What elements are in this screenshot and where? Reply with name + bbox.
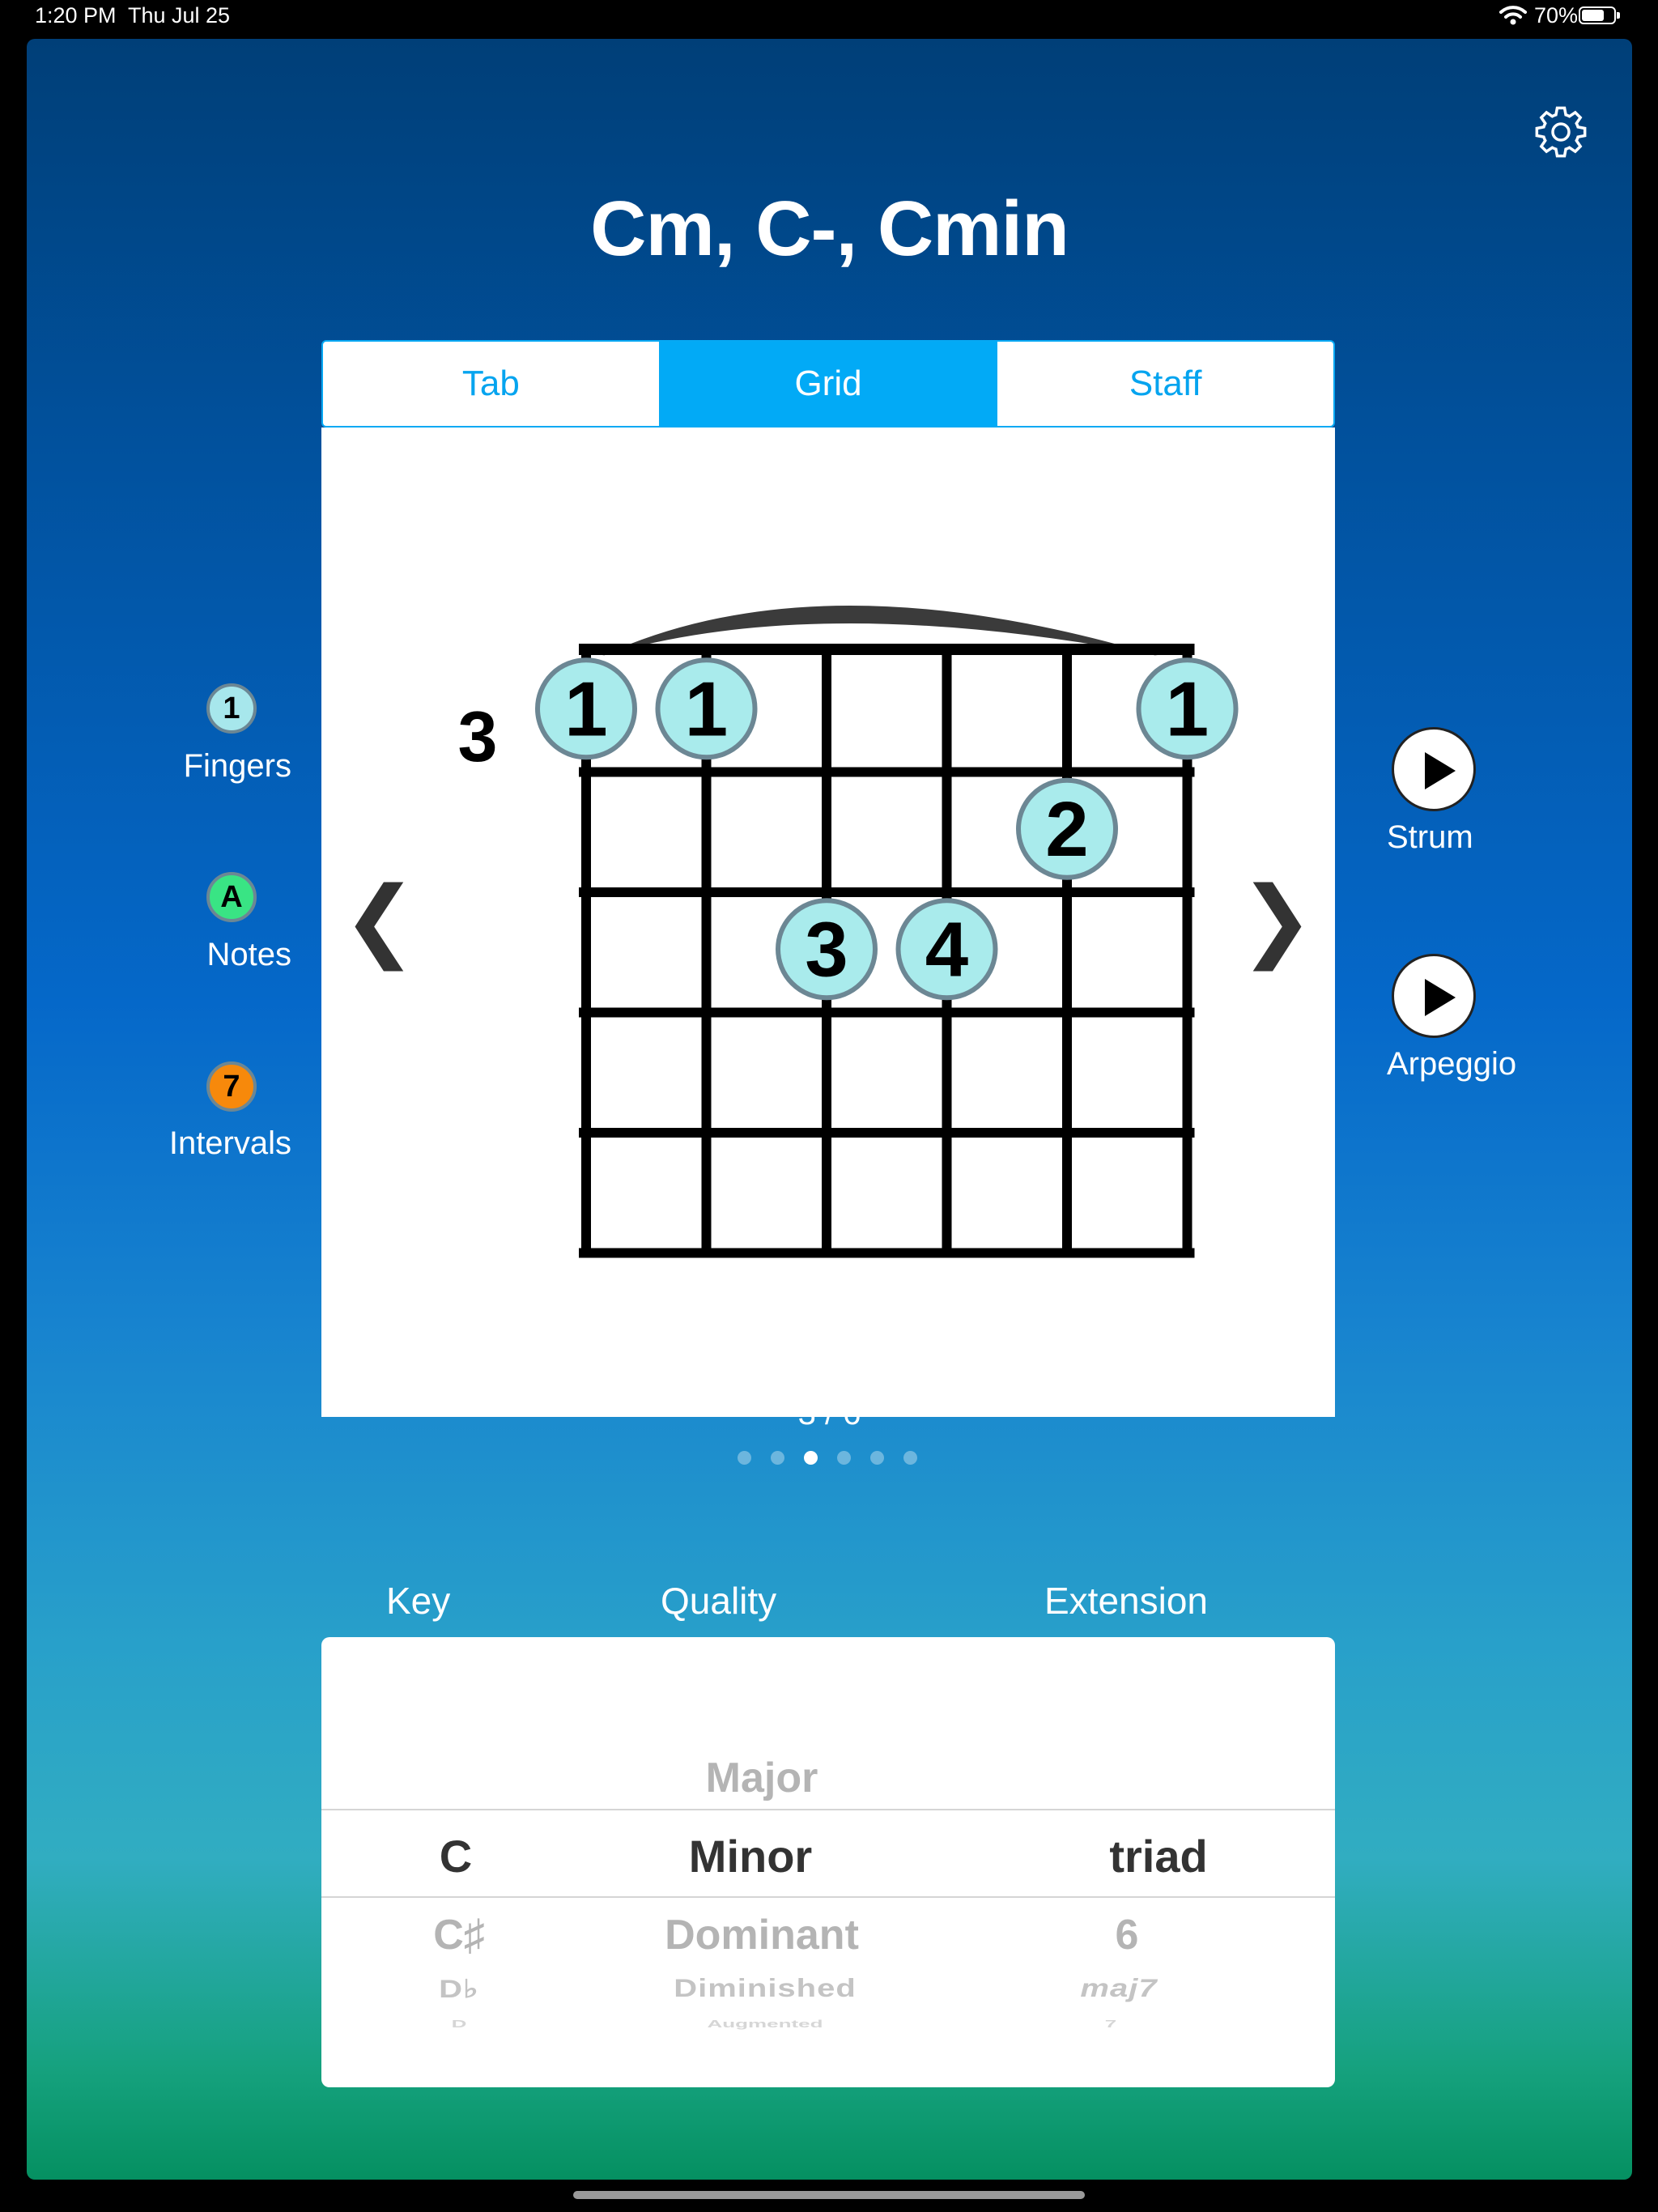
settings-button[interactable] [1533,104,1589,160]
key-option[interactable]: D [452,2018,467,2031]
finger-dot: 4 [895,898,998,1001]
finger-number: 1 [685,666,728,752]
page-dot[interactable] [738,1451,751,1465]
extension-selected[interactable]: triad [1109,1830,1207,1882]
app-window: Cm, C-, Cmin Tab Grid Staff ❮ ❯ 3 111234… [27,39,1632,2180]
arpeggio-label: Arpeggio [1387,1046,1517,1082]
chord-diagram-card: ❮ ❯ 3 111234 [321,428,1335,1417]
intervals-badge: 7 [206,1061,257,1112]
notes-badge: A [206,872,257,922]
quality-option[interactable]: Diminished [674,1975,857,2003]
intervals-label: Intervals [168,1125,291,1161]
previous-voicing-arrow[interactable]: ❮ [342,867,417,972]
strum-label: Strum [1387,819,1473,855]
key-column-header: Key [386,1580,451,1622]
page-dot[interactable] [771,1451,784,1465]
fingers-label: Fingers [183,748,291,784]
tab-tab[interactable]: Tab [323,342,659,426]
quality-option[interactable]: Augmented [708,2018,823,2031]
quality-selected[interactable]: Minor [689,1830,812,1882]
wifi-icon [1499,5,1527,32]
voicing-counter: 3 / 6 [797,1396,861,1431]
tab-staff[interactable]: Staff [996,342,1333,426]
chord-title: Cm, C-, Cmin [590,185,1069,272]
start-fret-label: 3 [458,696,498,776]
finger-dot: 2 [1016,777,1118,880]
finger-number: 1 [1166,666,1209,752]
finger-dots: 1 1 123 4 [535,657,1239,1001]
key-option[interactable]: D♭ [439,1975,479,2004]
quality-column-header: Quality [661,1580,777,1622]
finger-dot: 3 [776,898,878,1001]
play-icon [1392,954,1476,1038]
page-dot[interactable] [837,1451,851,1465]
key-selected[interactable]: C [440,1830,472,1882]
extension-option[interactable]: 7 [1105,2018,1116,2031]
finger-dot: 1 [535,657,637,760]
status-bar: 1:20 PM Thu Jul 25 70% [0,0,1658,37]
gear-icon [1535,106,1587,158]
battery-fill [1582,10,1604,21]
key-option[interactable]: C♯ [433,1911,485,1959]
next-voicing-arrow[interactable]: ❯ [1239,867,1314,972]
finger-number: 3 [805,906,848,993]
fingers-badge: 1 [206,683,257,734]
page-dot[interactable] [903,1451,917,1465]
battery-icon [1579,6,1620,24]
battery-percent: 70% [1534,3,1579,28]
finger-number: 4 [925,906,968,993]
extension-option[interactable]: maj7 [1080,1975,1157,2003]
status-time: 1:20 PM [35,3,117,28]
tab-grid[interactable]: Grid [658,342,997,426]
status-date: Thu Jul 25 [128,3,231,28]
view-segmented-control: Tab Grid Staff [321,340,1335,428]
chord-picker: C C♯ D♭ D Major Minor Dominant Diminishe… [321,1637,1335,2087]
finger-number: 1 [564,666,607,752]
finger-dot: 1 [1136,657,1239,760]
quality-option[interactable]: Dominant [665,1911,859,1959]
finger-dot: 1 [655,657,758,760]
quality-option[interactable]: Major [706,1754,818,1802]
extension-column-header: Extension [1044,1580,1209,1622]
notes-label: Notes [206,937,292,972]
finger-number: 2 [1045,786,1088,873]
play-icon [1392,727,1476,811]
page-dot[interactable] [870,1451,884,1465]
chord-grid-diagram: ❮ ❯ 3 1 1 123 4 [342,606,1314,1258]
page-dot[interactable] [804,1451,818,1465]
extension-option[interactable]: 6 [1116,1911,1139,1959]
home-indicator [573,2191,1085,2199]
